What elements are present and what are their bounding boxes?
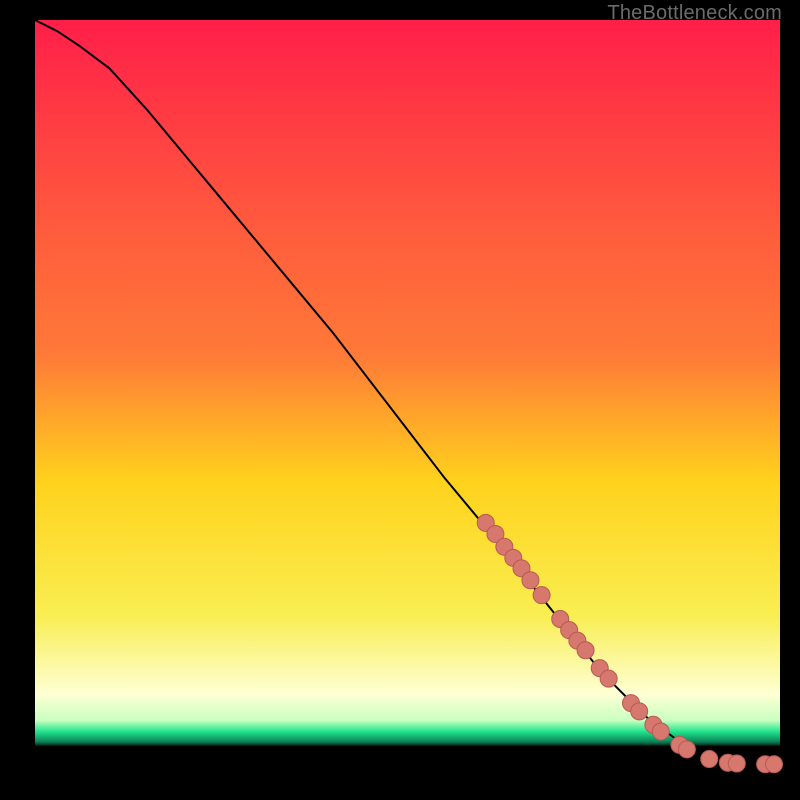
data-point-marker <box>701 751 718 768</box>
data-point-marker <box>522 572 539 589</box>
data-point-marker <box>631 703 648 720</box>
data-point-marker <box>766 756 783 773</box>
data-point-marker <box>577 642 594 659</box>
data-point-marker <box>728 755 745 772</box>
data-point-marker <box>600 670 617 687</box>
bottleneck-chart <box>0 0 800 800</box>
data-point-marker <box>533 587 550 604</box>
data-point-marker <box>652 723 669 740</box>
data-point-marker <box>678 741 695 758</box>
plot-background <box>35 20 780 765</box>
